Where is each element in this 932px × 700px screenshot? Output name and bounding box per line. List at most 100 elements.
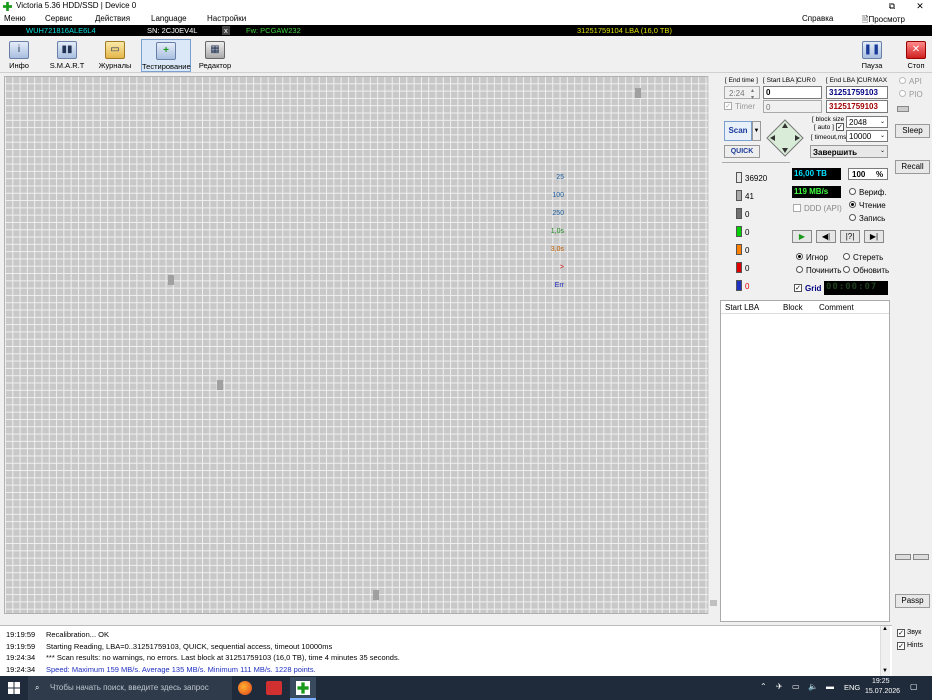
menu-item-service[interactable]: Сервис	[45, 14, 72, 23]
start-zero-label[interactable]: 0	[812, 77, 816, 84]
refresh-radio[interactable]	[843, 266, 850, 273]
recall-button[interactable]: Recall	[895, 160, 930, 174]
grid-scrollbar[interactable]	[708, 76, 718, 614]
small-indicator[interactable]	[897, 106, 909, 112]
network-icon[interactable]: ▭	[792, 682, 800, 691]
sound-label: Звук	[907, 629, 922, 636]
timer-checkbox[interactable]: ✓	[724, 102, 732, 110]
timeout-select[interactable]: 10000 ⌄	[846, 130, 888, 142]
passport-button[interactable]: Passp	[895, 594, 930, 608]
tray-chevron-icon[interactable]: ⌃	[760, 682, 767, 691]
time-spinner-icon[interactable]: ▴ ▾	[751, 87, 754, 101]
auto-checkbox[interactable]: ✓	[836, 123, 844, 131]
sw-color-swatch[interactable]	[736, 208, 742, 219]
start-lba-input[interactable]: 0	[763, 86, 822, 99]
api-radio[interactable]	[899, 77, 906, 84]
play-button[interactable]: ▶	[792, 230, 812, 243]
sw-color-swatch[interactable]	[736, 172, 742, 183]
firefox-icon[interactable]	[238, 681, 252, 695]
input-language[interactable]: ENG	[844, 683, 860, 692]
log-time: 19:24:34	[6, 664, 36, 674]
block-size-select[interactable]: 2048 ⌄	[846, 116, 888, 128]
restore-icon[interactable]: ⧉	[884, 0, 900, 13]
read-radio[interactable]	[849, 201, 856, 208]
tray-app-icon[interactable]: ✈	[776, 682, 783, 691]
log-message: *** Scan results: no warnings, no errors…	[46, 653, 400, 662]
quick-mode-button[interactable]: QUICK	[724, 145, 760, 158]
sw-color-swatch[interactable]	[736, 226, 742, 237]
erase-radio[interactable]	[843, 253, 850, 260]
scan-button[interactable]: Scan	[724, 121, 752, 141]
testing-button[interactable]: + Тестирование	[141, 39, 191, 72]
sw-color-swatch[interactable]	[736, 244, 742, 255]
sleep-button[interactable]: Sleep	[895, 124, 930, 138]
menu-item-actions[interactable]: Действия	[95, 14, 130, 23]
victoria-app-icon	[3, 2, 12, 11]
end-max-label[interactable]: MAX	[873, 77, 887, 84]
capacity-display: 16,00 TB	[792, 168, 841, 180]
clock-date[interactable]: 15.07.2026	[865, 688, 900, 695]
verify-radio[interactable]	[849, 188, 856, 195]
victoria-taskbar-button[interactable]	[290, 677, 316, 700]
repair-radio[interactable]	[796, 266, 803, 273]
menu-bar: Меню Сервис Действия Language Настройки …	[0, 13, 932, 33]
side-indicator-left[interactable]	[895, 554, 911, 560]
close-icon[interactable]: ✕	[912, 0, 928, 13]
ignore-radio[interactable]	[796, 253, 803, 260]
clock-time[interactable]: 19:25	[872, 678, 890, 685]
end-lba-display[interactable]: 31251759103	[826, 100, 888, 113]
start-cur-label[interactable]: CUR	[797, 77, 811, 84]
pio-radio[interactable]	[899, 90, 906, 97]
sw-color-swatch[interactable]	[736, 262, 742, 273]
window-title: Victoria 5.36 HDD/SSD | Device 0	[16, 1, 137, 10]
scan-dropdown-icon[interactable]: ▼	[752, 121, 761, 141]
close-drive-button[interactable]: x	[222, 26, 230, 35]
sw-color-swatch[interactable]	[736, 280, 742, 291]
taskbar-search-input[interactable]: ⌕ Чтобы начать поиск, введите здесь запр…	[28, 676, 232, 700]
info-label: Инфо	[9, 61, 29, 70]
rewind-button[interactable]: ◀|	[816, 230, 836, 243]
log-scroll-up-icon[interactable]: ▲	[882, 626, 888, 632]
finish-action-select[interactable]: Завершить ⌄	[810, 145, 888, 158]
skip-unknown-button[interactable]: |?|	[840, 230, 860, 243]
pause-button[interactable]: ❚❚ Пауза	[848, 39, 896, 72]
col-comment[interactable]: Comment	[819, 303, 854, 312]
menu-item-language[interactable]: Language	[151, 14, 187, 23]
timer-input[interactable]: 0	[763, 100, 822, 113]
sw-count: 41	[745, 192, 754, 201]
menu-item-menu[interactable]: Меню	[4, 14, 26, 23]
anydesk-icon[interactable]	[266, 681, 282, 695]
speaker-icon[interactable]: 🔈	[808, 682, 818, 691]
end-time-input[interactable]: 2:24 ▴ ▾	[724, 86, 760, 101]
menu-item-settings[interactable]: Настройки	[207, 14, 246, 23]
col-block[interactable]: Block	[783, 303, 803, 312]
navigation-diamond-icon[interactable]	[766, 119, 804, 157]
smart-button[interactable]: ▮▮ S.M.A.R.T	[43, 39, 91, 72]
log-scroll-down-icon[interactable]: ▼	[882, 668, 888, 674]
drive-model[interactable]: WUH721816ALE6L4	[26, 26, 96, 35]
sw-color-swatch[interactable]	[736, 190, 742, 201]
sound-checkbox[interactable]: ✓	[897, 629, 905, 637]
hints-checkbox[interactable]: ✓	[897, 642, 905, 650]
logs-button[interactable]: ▭ Журналы	[91, 39, 139, 72]
end-cur-label[interactable]: CUR	[858, 77, 872, 84]
timeout-label: [ timeout,ms ]	[811, 134, 851, 141]
menu-item-help[interactable]: Справка	[802, 14, 833, 23]
slow-block	[168, 275, 174, 285]
side-indicator-right[interactable]	[913, 554, 929, 560]
windows-start-icon[interactable]	[8, 682, 20, 694]
write-radio[interactable]	[849, 214, 856, 221]
battery-icon[interactable]: ▬	[826, 682, 834, 691]
end-lba-input[interactable]: 31251759103	[826, 86, 888, 99]
notifications-icon[interactable]: ▢	[910, 682, 918, 691]
skip-end-button[interactable]: ▶|	[864, 230, 884, 243]
grid-checkbox[interactable]: ✓	[794, 284, 802, 292]
stop-button[interactable]: ✕ Стоп	[892, 39, 932, 72]
col-start-lba[interactable]: Start LBA	[725, 303, 759, 312]
grid-scroll-thumb[interactable]	[710, 600, 717, 606]
editor-button[interactable]: ▦ Редактор	[191, 39, 239, 72]
ddd-api-label: DDD (API)	[804, 204, 842, 213]
ddd-api-checkbox[interactable]	[793, 204, 801, 212]
log-scrollbar[interactable]: ▲ ▼	[880, 626, 890, 677]
info-button[interactable]: i Инфо	[0, 39, 43, 72]
